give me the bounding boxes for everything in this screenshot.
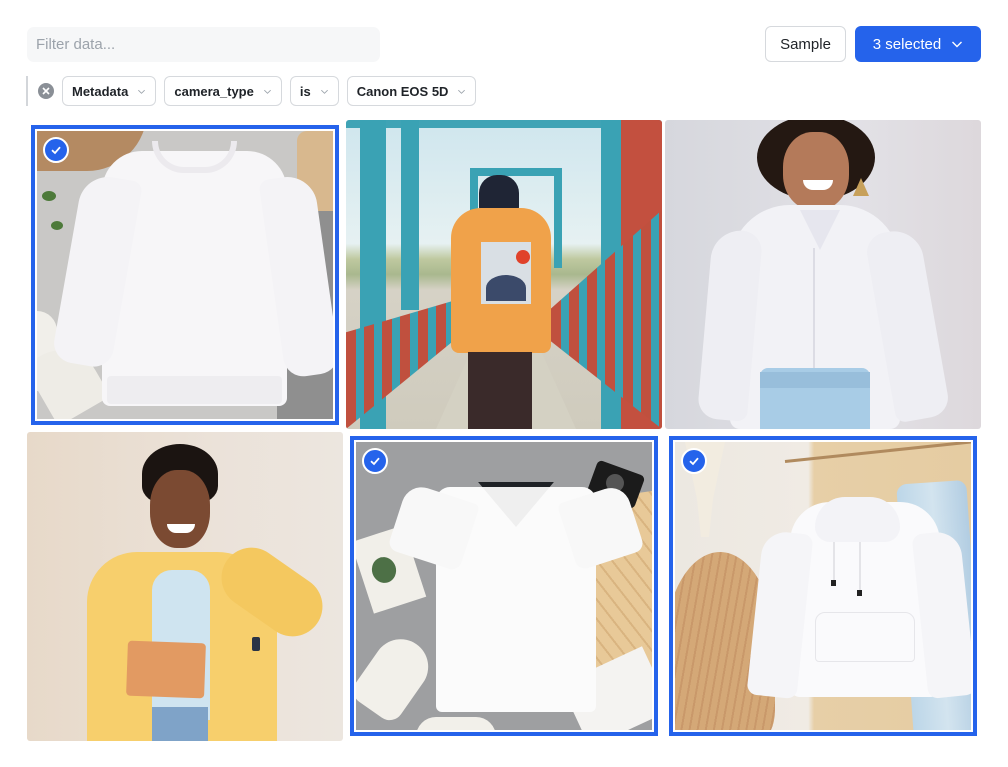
gallery-item[interactable] bbox=[350, 436, 658, 736]
gallery-item[interactable] bbox=[31, 125, 339, 425]
gallery-item[interactable] bbox=[346, 120, 662, 429]
filter-field-name-select[interactable]: camera_type bbox=[164, 76, 282, 106]
image-orange-hoodie-bridge bbox=[346, 120, 662, 429]
chevron-down-icon bbox=[263, 89, 271, 94]
filter-condition-row: Metadata camera_type is Canon EOS 5D bbox=[26, 76, 484, 106]
filter-operator-select[interactable]: is bbox=[289, 76, 339, 106]
filter-value-select[interactable]: Canon EOS 5D bbox=[346, 76, 477, 106]
filter-indent-bar bbox=[26, 76, 28, 106]
selection-count-label: 3 selected bbox=[872, 35, 942, 53]
gallery-item[interactable] bbox=[27, 432, 343, 741]
chevron-down-icon bbox=[320, 89, 328, 94]
image-hoodie-hanger bbox=[675, 442, 971, 730]
selected-check-icon[interactable] bbox=[681, 448, 707, 474]
image-woman-white-blouse bbox=[665, 120, 981, 429]
selection-dropdown-button[interactable]: 3 selected bbox=[855, 26, 981, 62]
image-woman-yellow-blazer bbox=[27, 432, 343, 741]
gallery-item[interactable] bbox=[665, 120, 981, 429]
filter-operator-label: is bbox=[299, 83, 311, 99]
chevron-down-icon bbox=[138, 89, 146, 94]
filter-field-type-select[interactable]: Metadata bbox=[62, 76, 157, 106]
selected-check-icon[interactable] bbox=[43, 137, 69, 163]
filter-value-label: Canon EOS 5D bbox=[356, 83, 449, 99]
chevron-down-icon bbox=[458, 89, 466, 94]
image-tshirt-flatlay bbox=[356, 442, 652, 730]
filter-field-type-label: Metadata bbox=[72, 83, 129, 99]
sample-button[interactable]: Sample bbox=[765, 26, 846, 62]
image-sweatshirt-flatlay bbox=[37, 131, 333, 419]
filter-data-input[interactable] bbox=[27, 27, 380, 62]
gallery-item[interactable] bbox=[669, 436, 977, 736]
filter-field-name-label: camera_type bbox=[174, 83, 254, 99]
chevron-down-icon bbox=[952, 41, 963, 48]
remove-filter-icon[interactable] bbox=[38, 83, 54, 99]
selected-check-icon[interactable] bbox=[362, 448, 388, 474]
